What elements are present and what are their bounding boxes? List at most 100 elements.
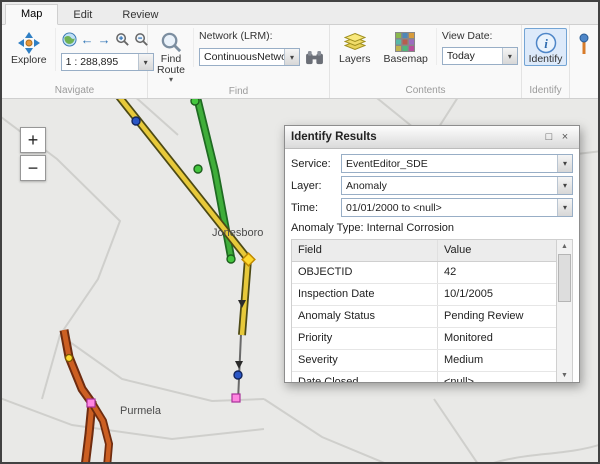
globe-icon[interactable] bbox=[61, 31, 78, 48]
binoculars-icon[interactable] bbox=[304, 49, 324, 66]
panel-title-text: Identify Results bbox=[291, 131, 377, 143]
group-navigate: Explore ← → bbox=[2, 25, 148, 98]
green-point-marker[interactable] bbox=[227, 255, 235, 263]
scale-combo[interactable]: 1 : 288,895 ▾ bbox=[61, 53, 154, 71]
layer-select[interactable]: Anomaly ▾ bbox=[341, 176, 573, 195]
field-cell: Anomaly Status bbox=[292, 306, 438, 327]
scroll-up-icon[interactable]: ▲ bbox=[561, 240, 568, 253]
table-row[interactable]: Date Closed <null> bbox=[292, 372, 556, 382]
tab-edit[interactable]: Edit bbox=[58, 6, 107, 25]
table-row[interactable]: OBJECTID 42 bbox=[292, 262, 556, 284]
chevron-down-icon: ▾ bbox=[169, 76, 173, 84]
value-cell: Monitored bbox=[438, 328, 556, 349]
scroll-down-icon[interactable]: ▼ bbox=[561, 369, 568, 382]
basemap-button[interactable]: Basemap bbox=[379, 28, 433, 66]
group-label-find: Find bbox=[148, 85, 329, 98]
identify-info-icon: i bbox=[534, 31, 557, 54]
service-label: Service: bbox=[291, 158, 341, 170]
table-row[interactable]: Priority Monitored bbox=[292, 328, 556, 350]
time-value: 01/01/2000 to <null> bbox=[342, 202, 557, 214]
layers-button[interactable]: Layers bbox=[334, 28, 376, 66]
explore-compass-icon bbox=[17, 31, 41, 55]
back-arrow-icon[interactable]: ← bbox=[80, 32, 95, 47]
tab-review[interactable]: Review bbox=[107, 6, 173, 25]
map-zoom-in-button[interactable]: + bbox=[20, 127, 46, 153]
value-cell: Pending Review bbox=[438, 306, 556, 327]
scrollbar-thumb[interactable] bbox=[558, 254, 571, 302]
field-column-header[interactable]: Field bbox=[292, 240, 438, 261]
chevron-down-icon[interactable]: ▾ bbox=[557, 199, 572, 216]
service-value: EventEditor_SDE bbox=[342, 158, 557, 170]
identify-label: Identify bbox=[529, 54, 563, 65]
field-cell: Severity bbox=[292, 350, 438, 371]
time-select[interactable]: 01/01/2000 to <null> ▾ bbox=[341, 198, 573, 217]
tab-map[interactable]: Map bbox=[5, 4, 58, 25]
basemap-label: Basemap bbox=[384, 54, 428, 65]
identify-results-titlebar[interactable]: Identify Results □ × bbox=[285, 126, 579, 149]
network-lrm-label: Network (LRM): bbox=[199, 30, 325, 43]
group-identify: i Identify Identify bbox=[522, 25, 570, 98]
magnifier-icon bbox=[160, 31, 183, 54]
pink-square-marker[interactable] bbox=[87, 399, 95, 407]
view-date-label: View Date: bbox=[442, 30, 518, 43]
panel-body: Service: EventEditor_SDE ▾ Layer: Anomal… bbox=[285, 149, 579, 382]
service-select[interactable]: EventEditor_SDE ▾ bbox=[341, 154, 573, 173]
table-scrollbar[interactable]: ▲ ▼ bbox=[556, 240, 572, 382]
scale-value: 1 : 288,895 bbox=[62, 56, 138, 68]
route-yellow-casing bbox=[113, 99, 248, 335]
map-zoom-out-button[interactable]: − bbox=[20, 155, 46, 181]
group-extra-tools bbox=[570, 25, 598, 98]
chevron-down-icon[interactable]: ▾ bbox=[557, 155, 572, 172]
route-yellow[interactable] bbox=[113, 99, 248, 335]
place-label-jonesboro: Jonesboro bbox=[212, 227, 263, 239]
forward-arrow-icon[interactable]: → bbox=[97, 32, 112, 47]
chevron-down-icon[interactable]: ▾ bbox=[284, 49, 299, 65]
view-date-value: Today bbox=[443, 50, 502, 62]
chevron-down-icon[interactable]: ▾ bbox=[502, 48, 517, 64]
maximize-icon[interactable]: □ bbox=[541, 131, 557, 143]
place-label-purmela: Purmela bbox=[120, 405, 161, 417]
table-header-row: Field Value bbox=[292, 240, 556, 262]
value-column-header[interactable]: Value bbox=[438, 240, 556, 261]
network-select[interactable]: ContinuousNetwork ▾ bbox=[199, 48, 300, 66]
value-cell: <null> bbox=[438, 372, 556, 382]
anomaly-type-text: Anomaly Type: Internal Corrosion bbox=[291, 222, 573, 234]
time-label: Time: bbox=[291, 202, 341, 214]
app-window: Map Edit Review Explor bbox=[0, 0, 600, 464]
blue-point-marker[interactable] bbox=[234, 371, 242, 379]
network-value: ContinuousNetwork bbox=[200, 51, 284, 63]
find-route-button[interactable]: Find Route ▾ bbox=[152, 28, 190, 85]
field-cell: Date Closed bbox=[292, 372, 438, 382]
group-find: Find Route ▾ Network (LRM): ContinuousNe… bbox=[148, 25, 330, 98]
table-row[interactable]: Inspection Date 10/1/2005 bbox=[292, 284, 556, 306]
basemap-icon bbox=[394, 31, 417, 54]
yellow-point-marker[interactable] bbox=[66, 355, 73, 362]
group-label-navigate: Navigate bbox=[2, 84, 147, 98]
table-row[interactable]: Severity Medium bbox=[292, 350, 556, 372]
close-icon[interactable]: × bbox=[557, 131, 573, 143]
route-orange[interactable] bbox=[64, 330, 92, 462]
map-canvas[interactable]: Jonesboro Purmela + − Identify Results □… bbox=[2, 99, 598, 462]
value-cell: 42 bbox=[438, 262, 556, 283]
field-cell: Priority bbox=[292, 328, 438, 349]
value-cell: 10/1/2005 bbox=[438, 284, 556, 305]
green-point-marker[interactable] bbox=[191, 99, 199, 105]
pink-square-marker[interactable] bbox=[232, 394, 240, 402]
table-row[interactable]: Anomaly Status Pending Review bbox=[292, 306, 556, 328]
chevron-down-icon[interactable]: ▾ bbox=[557, 177, 572, 194]
layers-icon bbox=[343, 31, 366, 54]
identify-results-panel: Identify Results □ × Service: EventEdito… bbox=[284, 125, 580, 383]
view-date-select[interactable]: Today ▾ bbox=[442, 47, 518, 65]
field-cell: OBJECTID bbox=[292, 262, 438, 283]
zoom-in-icon[interactable] bbox=[114, 31, 131, 48]
attributes-table: Field Value OBJECTID 42 Inspection Date … bbox=[291, 239, 573, 382]
identify-button[interactable]: i Identify bbox=[524, 28, 568, 66]
layer-value: Anomaly bbox=[342, 180, 557, 192]
explore-button[interactable]: Explore bbox=[6, 28, 52, 67]
blue-point-marker[interactable] bbox=[132, 117, 140, 125]
ribbon-tabbar: Map Edit Review bbox=[2, 2, 598, 25]
green-point-marker[interactable] bbox=[194, 165, 202, 173]
group-contents: Layers bbox=[330, 25, 522, 98]
group-label-contents: Contents bbox=[330, 84, 521, 98]
marker-pin-tool-icon[interactable] bbox=[575, 32, 593, 58]
